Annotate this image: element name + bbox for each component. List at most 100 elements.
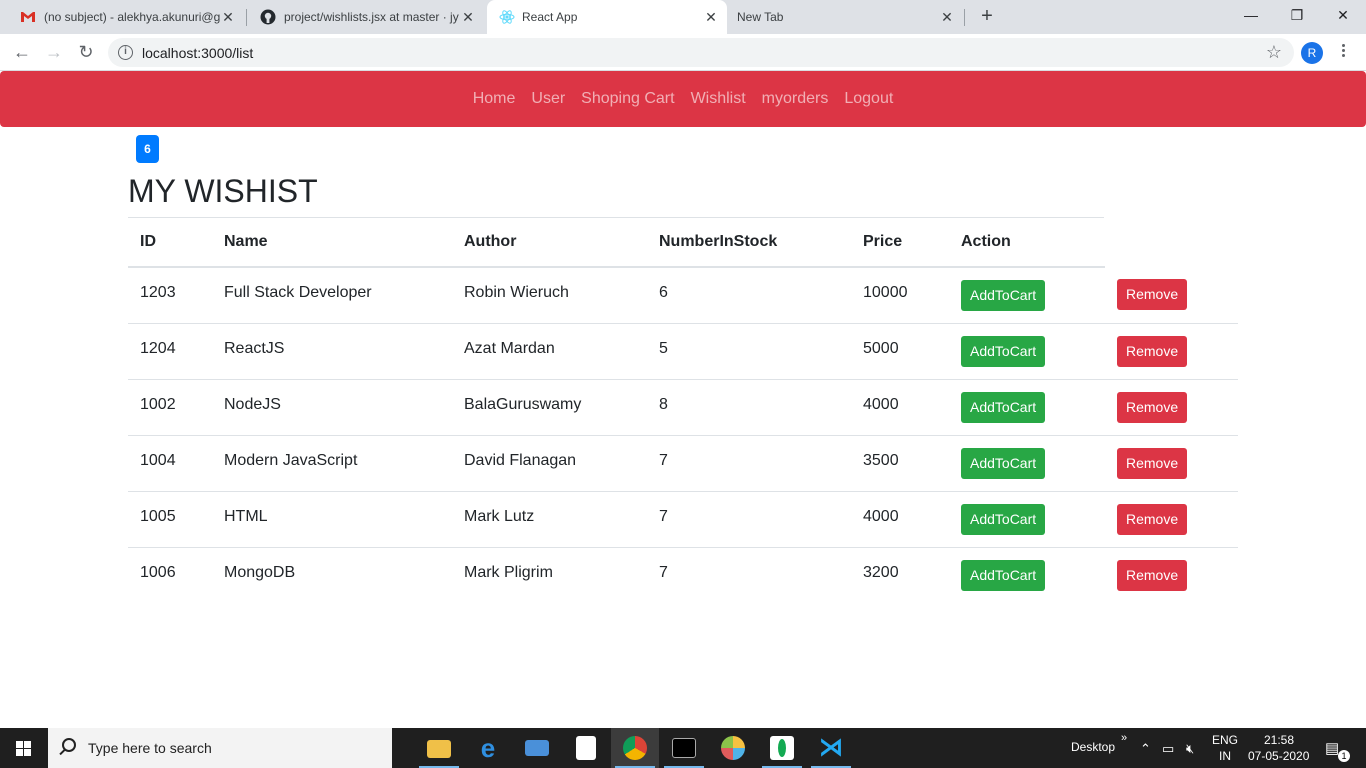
minimize-icon[interactable]: — <box>1240 4 1262 26</box>
vscode-icon[interactable]: ⋊ <box>807 728 855 768</box>
cell-price: 4000 <box>851 491 949 548</box>
tab-title: New Tab <box>737 10 784 24</box>
cell-author: BalaGuruswamy <box>452 379 647 436</box>
language-code[interactable]: ENG <box>1212 733 1238 747</box>
cell-name: MongoDB <box>224 563 296 581</box>
add-to-cart-button[interactable]: AddToCart <box>961 279 1046 311</box>
info-icon[interactable]: i <box>118 45 133 60</box>
cell-author: Robin Wieruch <box>452 267 647 324</box>
cell-author: Mark Lutz <box>452 491 647 548</box>
cell-price: 4000 <box>851 379 949 436</box>
volume-muted-icon[interactable]: 🔇︎ <box>1186 741 1194 757</box>
chevron-up-icon[interactable]: ⌃ <box>1140 741 1151 757</box>
back-arrow-icon[interactable]: ← <box>12 42 32 62</box>
browser-tab-strip: (no subject) - alekhya.akunuri@g ✕ proje… <box>0 0 1366 34</box>
page-title: MY WISHIST <box>128 173 318 209</box>
remove-button[interactable]: Remove <box>1117 335 1188 367</box>
close-icon[interactable]: ✕ <box>460 9 476 25</box>
nav-link-home[interactable]: Home <box>473 90 516 108</box>
gmail-icon <box>21 12 35 22</box>
start-button[interactable] <box>0 728 48 768</box>
remove-button[interactable]: Remove <box>1117 279 1188 311</box>
remove-button[interactable]: Remove <box>1117 503 1188 535</box>
menu-kebab-icon[interactable] <box>1338 42 1348 62</box>
add-to-cart-button[interactable]: AddToCart <box>961 391 1046 423</box>
wishlist-table: ID Name Author NumberInStock Price Actio… <box>128 218 1238 603</box>
tab-title: React App <box>522 10 578 24</box>
cell-price: 3500 <box>851 435 949 492</box>
wishlist-count-badge: 6 <box>136 135 159 163</box>
add-to-cart-button[interactable]: AddToCart <box>961 447 1046 479</box>
cell-stock: 7 <box>647 491 851 548</box>
notification-count: 1 <box>1338 750 1350 762</box>
mongodb-icon[interactable] <box>758 728 806 768</box>
clock-date[interactable]: 07-05-2020 <box>1248 749 1309 763</box>
close-icon[interactable]: ✕ <box>703 9 719 25</box>
clock-time[interactable]: 21:58 <box>1264 733 1294 747</box>
reload-icon[interactable]: ↻ <box>76 42 96 62</box>
file-explorer-icon[interactable] <box>415 728 463 768</box>
table-row: 1204 ReactJS Azat Mardan 5 5000 AddToCar… <box>128 323 1238 380</box>
mail-icon[interactable] <box>513 728 561 768</box>
cell-price: 10000 <box>851 267 949 324</box>
nav-link-shopping-cart[interactable]: Shoping Cart <box>581 90 674 108</box>
table-row: 1006 MongoDB Mark Pligrim 7 3200 AddToCa… <box>128 547 1238 603</box>
table-row: 1005 HTML Mark Lutz 7 4000 AddToCart Rem… <box>128 491 1238 548</box>
cell-id: 1204 <box>128 323 212 380</box>
url-text[interactable]: localhost:3000/list <box>142 45 253 61</box>
tab-react-app[interactable]: React App ✕ <box>487 0 727 34</box>
add-to-cart-button[interactable]: AddToCart <box>961 335 1046 367</box>
forward-arrow-icon[interactable]: → <box>44 42 64 62</box>
tab-title: (no subject) - alekhya.akunuri@g <box>44 10 220 24</box>
cell-price: 3200 <box>863 563 899 581</box>
chevron-double-icon[interactable]: » <box>1121 732 1127 744</box>
nav-link-logout[interactable]: Logout <box>844 90 893 108</box>
cell-name: Full Stack Developer <box>212 267 452 324</box>
restore-icon[interactable]: ❐ <box>1286 4 1308 26</box>
remove-button[interactable]: Remove <box>1117 447 1188 479</box>
tab-new-tab[interactable]: New Tab ✕ <box>727 0 963 34</box>
close-icon[interactable]: ✕ <box>220 9 236 25</box>
cell-action: AddToCart <box>949 547 1105 603</box>
cell-remove: Remove <box>1105 547 1238 603</box>
cell-stock: 7 <box>659 563 668 581</box>
column-header-id: ID <box>128 218 212 268</box>
app-navbar: Home User Shoping Cart Wishlist myorders… <box>0 71 1366 127</box>
close-window-icon[interactable]: ✕ <box>1332 4 1354 26</box>
terminal-icon[interactable] <box>660 728 708 768</box>
taskbar-search-box[interactable]: Type here to search <box>48 728 392 768</box>
cell-remove: Remove <box>1105 323 1238 380</box>
add-to-cart-button[interactable]: AddToCart <box>961 503 1046 535</box>
table-row: 1002 NodeJS BalaGuruswamy 8 4000 AddToCa… <box>128 379 1238 436</box>
cell-stock: 5 <box>647 323 851 380</box>
bookmark-star-icon[interactable]: ☆ <box>1266 42 1282 63</box>
search-placeholder: Type here to search <box>88 740 212 756</box>
edge-icon[interactable]: e <box>464 728 512 768</box>
cell-action: AddToCart <box>949 267 1105 324</box>
nav-link-myorders[interactable]: myorders <box>762 90 829 108</box>
cell-name: Modern JavaScript <box>212 435 452 492</box>
paint-icon[interactable] <box>709 728 757 768</box>
tab-divider <box>246 9 247 26</box>
language-region[interactable]: IN <box>1219 749 1231 763</box>
address-bar[interactable]: i localhost:3000/list ☆ <box>108 38 1294 67</box>
nav-link-user[interactable]: User <box>531 90 565 108</box>
column-header-name: Name <box>212 218 452 268</box>
add-to-cart-button[interactable]: AddToCart <box>961 559 1046 591</box>
windows-taskbar: Type here to search e ⋊ Desktop » ⌃ ▭ 🔇︎… <box>0 728 1366 768</box>
close-icon[interactable]: ✕ <box>939 9 955 25</box>
nav-link-wishlist[interactable]: Wishlist <box>691 90 746 108</box>
cell-remove: Remove <box>1105 491 1238 548</box>
table-row: 1203 Full Stack Developer Robin Wieruch … <box>128 267 1238 324</box>
chrome-icon[interactable] <box>611 728 659 768</box>
cell-id: 1005 <box>128 491 212 548</box>
profile-avatar[interactable]: R <box>1301 42 1323 64</box>
tab-github[interactable]: project/wishlists.jsx at master · jy ✕ <box>248 0 484 34</box>
store-icon[interactable] <box>562 728 610 768</box>
tab-gmail[interactable]: (no subject) - alekhya.akunuri@g ✕ <box>8 0 244 34</box>
new-tab-button[interactable]: + <box>977 6 997 26</box>
battery-icon[interactable]: ▭ <box>1162 741 1174 757</box>
remove-button[interactable]: Remove <box>1117 391 1188 423</box>
desktop-toolbar-label[interactable]: Desktop <box>1071 740 1115 754</box>
remove-button[interactable]: Remove <box>1117 559 1188 591</box>
